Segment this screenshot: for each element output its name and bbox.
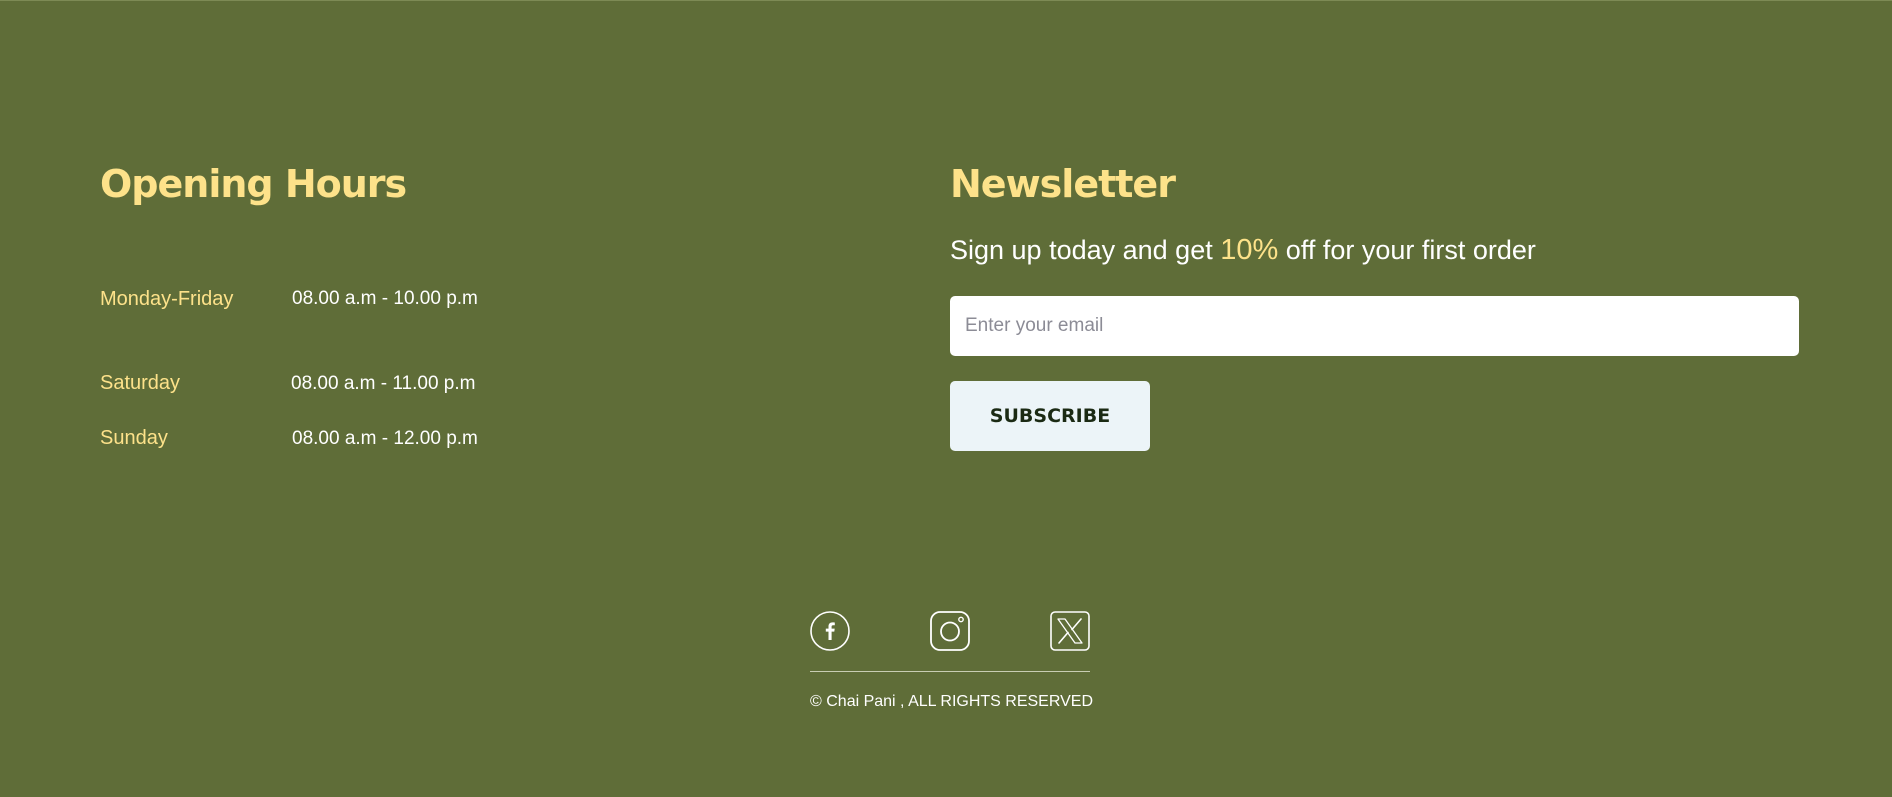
hours-time: 08.00 a.m - 11.00 p.m xyxy=(291,373,476,394)
email-input[interactable] xyxy=(950,296,1799,356)
social-links xyxy=(810,611,1090,651)
top-divider xyxy=(0,0,1892,1)
pitch-text-end: off for your first order xyxy=(1285,235,1536,265)
hours-day: Sunday xyxy=(100,427,168,449)
footer: © Chai Pani , ALL RIGHTS RESERVED xyxy=(810,611,1093,710)
footer-divider xyxy=(810,671,1090,672)
hours-time: 08.00 a.m - 12.00 p.m xyxy=(292,428,478,449)
subscribe-button[interactable]: SUBSCRIBE xyxy=(950,381,1150,451)
newsletter-section: Newsletter Sign up today and get 10% off… xyxy=(950,158,1800,451)
hours-day: Monday-Friday xyxy=(100,288,234,310)
x-twitter-icon[interactable] xyxy=(1050,611,1090,651)
pitch-text-start: Sign up today and get xyxy=(950,235,1213,265)
newsletter-pitch: Sign up today and get 10% off for your f… xyxy=(950,232,1536,268)
hours-day: Saturday xyxy=(100,372,181,394)
opening-hours-title: Opening Hours xyxy=(100,162,407,206)
copyright-text: © Chai Pani , ALL RIGHTS RESERVED xyxy=(810,693,1094,710)
opening-hours-section: Opening Hours Monday-Friday 08.00 a.m - … xyxy=(100,158,478,449)
instagram-icon[interactable] xyxy=(930,611,970,651)
discount-highlight: 10% xyxy=(1220,234,1279,266)
newsletter-title: Newsletter xyxy=(950,162,1176,206)
facebook-icon[interactable] xyxy=(810,611,850,651)
hours-time: 08.00 a.m - 10.00 p.m xyxy=(292,288,478,309)
